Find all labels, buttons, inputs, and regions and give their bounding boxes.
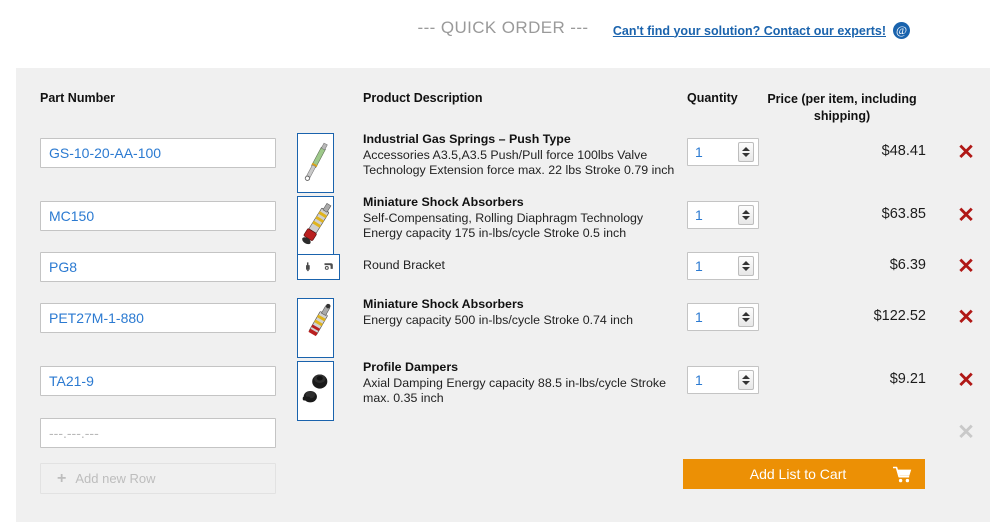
- quantity-input[interactable]: [688, 257, 730, 275]
- product-details: Round Bracket: [363, 258, 683, 274]
- part-number-cell: [40, 366, 276, 396]
- product-description-cell: Miniature Shock Absorbers Energy capacit…: [363, 297, 683, 328]
- contact-experts[interactable]: Can't find your solution? Contact our ex…: [613, 22, 910, 39]
- spinner-up-icon[interactable]: [742, 312, 750, 316]
- spinner-down-icon[interactable]: [742, 153, 750, 157]
- part-number-cell: [40, 418, 276, 448]
- product-description-cell: Industrial Gas Springs – Push Type Acces…: [363, 132, 683, 179]
- part-number-input[interactable]: [40, 303, 276, 333]
- quantity-stepper[interactable]: [687, 138, 759, 166]
- part-number-cell: [40, 138, 276, 168]
- quantity-spinner[interactable]: [738, 205, 754, 225]
- quantity-cell: [687, 366, 759, 394]
- quantity-cell: [687, 138, 759, 166]
- delete-row-button[interactable]: ✕: [952, 305, 980, 333]
- part-number-input[interactable]: [40, 366, 276, 396]
- part-number-cell: [40, 252, 276, 282]
- add-list-to-cart-button[interactable]: Add List to Cart: [683, 459, 925, 489]
- quantity-spinner[interactable]: [738, 256, 754, 276]
- price-value: $9.21: [758, 371, 926, 387]
- quantity-stepper[interactable]: [687, 201, 759, 229]
- column-header-quantity: Quantity: [687, 91, 738, 105]
- table-row: Industrial Gas Springs – Push Type Acces…: [16, 138, 990, 190]
- product-description-cell: Round Bracket: [363, 258, 683, 274]
- shopping-cart-icon: [889, 466, 915, 483]
- quantity-input[interactable]: [688, 206, 730, 224]
- shock-absorber-thumbnail[interactable]: [297, 196, 334, 256]
- quantity-spinner[interactable]: [738, 307, 754, 327]
- add-list-to-cart-label: Add List to Cart: [683, 466, 889, 482]
- delete-row-button-disabled: ✕: [952, 420, 980, 448]
- price-value: $63.85: [758, 206, 926, 222]
- add-new-row-label: Add new Row: [75, 471, 155, 486]
- quick-order-panel: Part Number Product Description Quantity…: [16, 68, 990, 522]
- delete-row-button[interactable]: ✕: [952, 203, 980, 231]
- column-header-price: Price (per item, including shipping): [758, 91, 926, 125]
- quantity-spinner[interactable]: [738, 370, 754, 390]
- gas-spring-thumbnail[interactable]: [297, 133, 334, 193]
- quantity-input[interactable]: [688, 308, 730, 326]
- email-at-icon[interactable]: @: [893, 22, 910, 39]
- product-description-cell: Profile Dampers Axial Damping Energy cap…: [363, 360, 683, 407]
- quantity-input[interactable]: [688, 143, 730, 161]
- delete-row-button[interactable]: ✕: [952, 254, 980, 282]
- add-new-row-button[interactable]: + Add new Row: [40, 463, 276, 494]
- product-title: Industrial Gas Springs – Push Type: [363, 132, 683, 148]
- spinner-down-icon[interactable]: [742, 216, 750, 220]
- part-number-input[interactable]: [40, 201, 276, 231]
- quantity-cell: [687, 303, 759, 331]
- spinner-up-icon[interactable]: [742, 261, 750, 265]
- table-row: Miniature Shock Absorbers Self-Compensat…: [16, 201, 990, 253]
- product-details: Self-Compensating, Rolling Diaphragm Tec…: [363, 211, 683, 242]
- contact-experts-link[interactable]: Can't find your solution? Contact our ex…: [613, 24, 886, 38]
- table-row: Miniature Shock Absorbers Energy capacit…: [16, 303, 990, 355]
- quantity-stepper[interactable]: [687, 252, 759, 280]
- product-title: Miniature Shock Absorbers: [363, 195, 683, 211]
- spinner-down-icon[interactable]: [742, 318, 750, 322]
- product-title: Profile Dampers: [363, 360, 683, 376]
- profile-damper-thumbnail[interactable]: [297, 361, 334, 421]
- price-value: $48.41: [758, 143, 926, 159]
- product-details: Accessories A3.5,A3.5 Push/Pull force 10…: [363, 148, 683, 179]
- spinner-down-icon[interactable]: [742, 381, 750, 385]
- quantity-stepper[interactable]: [687, 366, 759, 394]
- product-title: Miniature Shock Absorbers: [363, 297, 683, 313]
- spinner-up-icon[interactable]: [742, 375, 750, 379]
- delete-row-button[interactable]: ✕: [952, 368, 980, 396]
- product-details: Axial Damping Energy capacity 88.5 in-lb…: [363, 376, 683, 407]
- part-number-input[interactable]: [40, 252, 276, 282]
- spinner-up-icon[interactable]: [742, 210, 750, 214]
- spinner-down-icon[interactable]: [742, 267, 750, 271]
- column-header-part-number: Part Number: [40, 91, 115, 105]
- part-number-input[interactable]: [40, 138, 276, 168]
- part-number-input[interactable]: [40, 418, 276, 448]
- quantity-stepper[interactable]: [687, 303, 759, 331]
- page-header: --- QUICK ORDER --- Can't find your solu…: [0, 0, 1006, 68]
- quantity-cell: [687, 201, 759, 229]
- quantity-input[interactable]: [688, 371, 730, 389]
- delete-row-button[interactable]: ✕: [952, 140, 980, 168]
- plus-icon: +: [57, 471, 66, 487]
- round-bracket-thumbnail[interactable]: [297, 254, 340, 280]
- part-number-cell: [40, 201, 276, 231]
- spinner-up-icon[interactable]: [742, 147, 750, 151]
- product-details: Energy capacity 500 in-lbs/cycle Stroke …: [363, 313, 683, 329]
- quantity-spinner[interactable]: [738, 142, 754, 162]
- price-value: $122.52: [758, 308, 926, 324]
- product-description-cell: Miniature Shock Absorbers Self-Compensat…: [363, 195, 683, 242]
- column-header-product-description: Product Description: [363, 91, 482, 105]
- table-row: Profile Dampers Axial Damping Energy cap…: [16, 366, 990, 418]
- quantity-cell: [687, 252, 759, 280]
- shock-absorber-thumbnail[interactable]: [297, 298, 334, 358]
- price-value: $6.39: [758, 257, 926, 273]
- part-number-cell: [40, 303, 276, 333]
